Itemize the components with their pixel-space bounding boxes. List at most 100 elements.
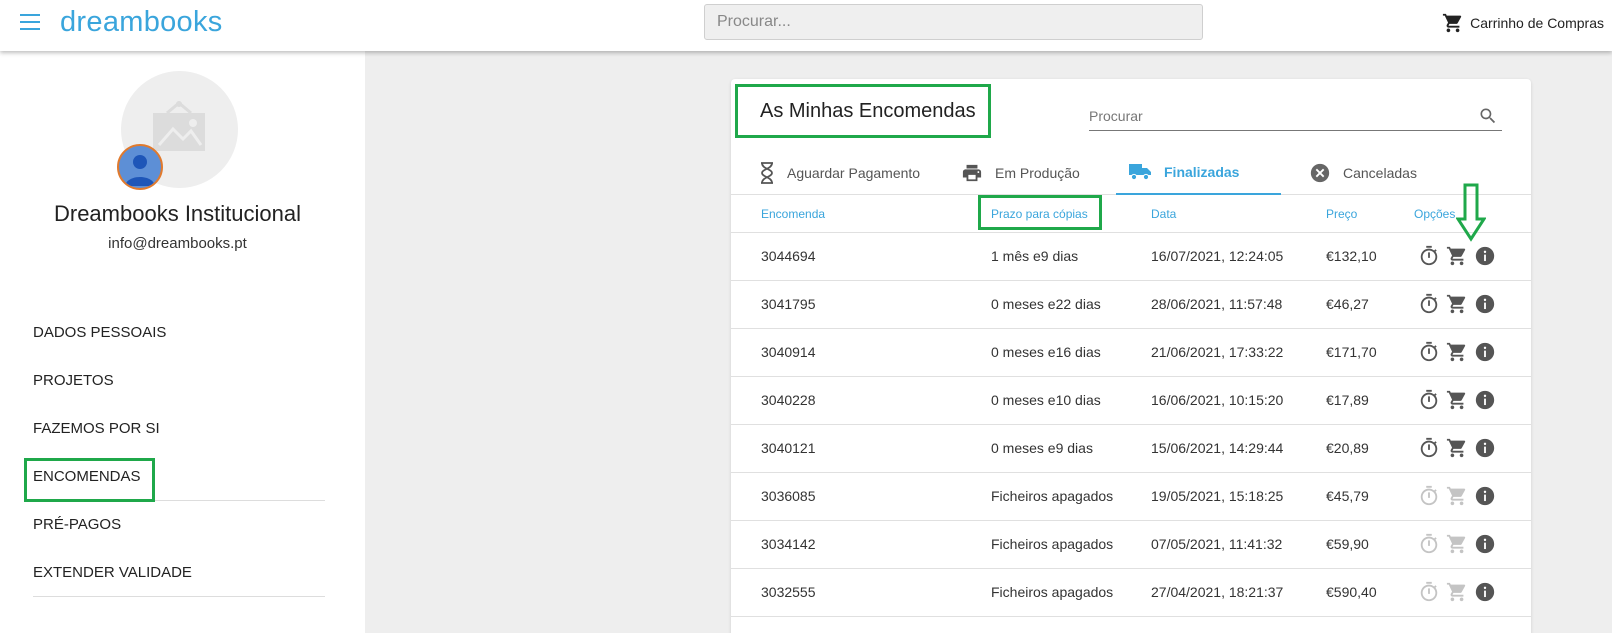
cart-icon[interactable]: [1446, 341, 1468, 363]
logo[interactable]: dreambooks: [60, 6, 223, 39]
avatar[interactable]: [117, 144, 163, 190]
image-placeholder-icon: [153, 101, 205, 151]
cancel-icon: [1310, 163, 1330, 183]
table-row: 3032555 Ficheiros apagados 27/04/2021, 18:…: [731, 569, 1531, 617]
column-header-preco[interactable]: Preço: [1326, 207, 1357, 221]
order-price: €59,90: [1326, 536, 1369, 552]
row-options: [1418, 581, 1496, 603]
order-date: 27/04/2021, 18:21:37: [1151, 584, 1284, 600]
orders-search-input[interactable]: [1089, 104, 1469, 128]
sidebar-item-projetos[interactable]: PROJETOS: [33, 357, 325, 405]
order-date: 19/05/2021, 15:18:25: [1151, 488, 1284, 504]
stopwatch-icon: [1418, 485, 1440, 507]
hamburger-menu-icon[interactable]: [20, 14, 40, 30]
info-icon[interactable]: [1474, 581, 1496, 603]
order-id: 3041795: [761, 296, 816, 312]
order-id: 3040914: [761, 344, 816, 360]
orders-table-body: 3044694 1 mês e9 dias 16/07/2021, 12:24:05…: [731, 233, 1531, 617]
order-deadline: Ficheiros apagados: [991, 536, 1114, 552]
order-date: 15/06/2021, 14:29:44: [1151, 440, 1284, 456]
sidebar-item-encomendas[interactable]: ENCOMENDAS: [24, 453, 325, 502]
sidebar-item-extender-validade[interactable]: EXTENDER VALIDADE: [33, 549, 325, 597]
order-deadline: Ficheiros apagados: [991, 488, 1114, 504]
order-price: €46,27: [1326, 296, 1369, 312]
info-icon[interactable]: [1474, 389, 1496, 411]
down-arrow-annotation: [1456, 183, 1486, 242]
row-options: [1418, 341, 1496, 363]
tab-finalizadas[interactable]: Finalizadas: [1116, 151, 1281, 195]
row-options: [1418, 533, 1496, 555]
table-row: 3041795 0 meses e22 dias 28/06/2021, 11:57…: [731, 281, 1531, 329]
table-row: 3034142 Ficheiros apagados 07/05/2021, 11:…: [731, 521, 1531, 569]
printer-icon: [962, 164, 982, 182]
order-tabs: Aguardar Pagamento Em Produção Finalizad…: [731, 151, 1531, 195]
order-price: €17,89: [1326, 392, 1369, 408]
user-icon: [125, 155, 155, 186]
cart-icon[interactable]: [1446, 293, 1468, 315]
table-row: 3040228 0 meses e10 dias 16/06/2021, 10:15…: [731, 377, 1531, 425]
column-header-encomenda[interactable]: Encomenda: [761, 207, 825, 221]
order-id: 3040121: [761, 440, 816, 456]
order-price: €590,40: [1326, 584, 1377, 600]
cart-link[interactable]: Carrinho de Compras: [1442, 12, 1604, 34]
row-options: [1418, 437, 1496, 459]
order-date: 16/07/2021, 12:24:05: [1151, 248, 1284, 264]
order-deadline: 1 mês e9 dias: [991, 248, 1079, 264]
sidebar-item-pre-pagos[interactable]: PRÉ-PAGOS: [33, 501, 325, 549]
order-date: 28/06/2021, 11:57:48: [1151, 296, 1283, 312]
order-deadline: Ficheiros apagados: [991, 584, 1114, 600]
cart-icon[interactable]: [1446, 389, 1468, 411]
column-header-opcoes: Opções: [1414, 207, 1456, 221]
order-price: €132,10: [1326, 248, 1377, 264]
stopwatch-icon[interactable]: [1418, 293, 1440, 315]
stopwatch-icon[interactable]: [1418, 341, 1440, 363]
table-row: 3040914 0 meses e16 dias 21/06/2021, 17:33…: [731, 329, 1531, 377]
order-date: 16/06/2021, 10:15:20: [1151, 392, 1284, 408]
sidebar-nav: DADOS PESSOAIS PROJETOS FAZEMOS POR SI E…: [24, 309, 325, 597]
info-icon[interactable]: [1474, 245, 1496, 267]
cart-icon: [1446, 485, 1468, 507]
info-icon[interactable]: [1474, 293, 1496, 315]
info-icon[interactable]: [1474, 485, 1496, 507]
stopwatch-icon[interactable]: [1418, 245, 1440, 267]
stopwatch-icon[interactable]: [1418, 437, 1440, 459]
stopwatch-icon[interactable]: [1418, 389, 1440, 411]
top-search-input[interactable]: [704, 4, 1203, 40]
highlight-box: [24, 458, 155, 502]
row-options: [1418, 485, 1496, 507]
order-price: €171,70: [1326, 344, 1377, 360]
orders-card: As Minhas Encomendas Aguardar Pagamento …: [731, 79, 1531, 633]
order-price: €20,89: [1326, 440, 1369, 456]
order-id: 3034142: [761, 536, 816, 552]
order-id: 3044694: [761, 248, 816, 264]
page-title: As Minhas Encomendas: [735, 84, 991, 138]
row-options: [1418, 389, 1496, 411]
order-deadline: 0 meses e16 dias: [991, 344, 1101, 360]
column-header-prazo[interactable]: Prazo para cópias: [991, 207, 1088, 221]
info-icon[interactable]: [1474, 341, 1496, 363]
cart-icon[interactable]: [1446, 437, 1468, 459]
cart-label: Carrinho de Compras: [1470, 15, 1604, 31]
column-header-data[interactable]: Data: [1151, 207, 1176, 221]
table-header: Encomenda Prazo para cópias Data Preço O…: [731, 195, 1531, 233]
profile-name: Dreambooks Institucional: [53, 201, 301, 226]
tab-aguardar-pagamento[interactable]: Aguardar Pagamento: [747, 151, 932, 195]
order-deadline: 0 meses e22 dias: [991, 296, 1101, 312]
search-icon[interactable]: [1478, 106, 1498, 126]
hourglass-icon: [761, 162, 773, 184]
cart-icon[interactable]: [1446, 245, 1468, 267]
truck-icon: [1129, 164, 1151, 181]
sidebar-item-dados-pessoais[interactable]: DADOS PESSOAIS: [33, 309, 325, 357]
order-price: €45,79: [1326, 488, 1369, 504]
table-row: 3040121 0 meses e9 dias 15/06/2021, 14:29:…: [731, 425, 1531, 473]
tab-canceladas[interactable]: Canceladas: [1297, 151, 1429, 195]
table-row: 3044694 1 mês e9 dias 16/07/2021, 12:24:05…: [731, 233, 1531, 281]
order-deadline: 0 meses e10 dias: [991, 392, 1101, 408]
info-icon[interactable]: [1474, 533, 1496, 555]
profile-email: info@dreambooks.pt: [108, 235, 247, 252]
cart-icon: [1446, 581, 1468, 603]
row-options: [1418, 293, 1496, 315]
info-icon[interactable]: [1474, 437, 1496, 459]
tab-em-producao[interactable]: Em Produção: [949, 151, 1092, 195]
sidebar-item-fazemos-por-si[interactable]: FAZEMOS POR SI: [33, 405, 325, 453]
